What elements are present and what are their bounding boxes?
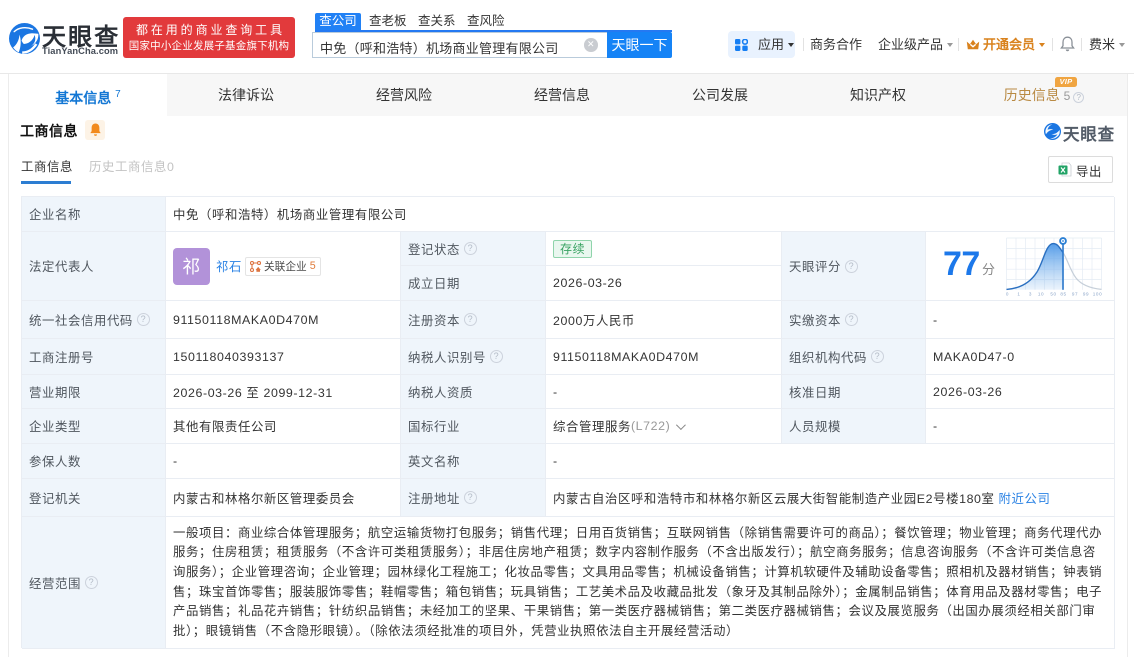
svg-text:3: 3 <box>1029 292 1032 297</box>
svg-text:0: 0 <box>1006 292 1009 297</box>
svg-text:97: 97 <box>1072 292 1078 297</box>
svg-text:99: 99 <box>1083 292 1089 297</box>
svg-text:100: 100 <box>1093 292 1102 297</box>
svg-text:10: 10 <box>1038 292 1044 297</box>
svg-text:50: 50 <box>1050 292 1056 297</box>
svg-text:85: 85 <box>1060 292 1066 297</box>
svg-text:1: 1 <box>1017 292 1020 297</box>
